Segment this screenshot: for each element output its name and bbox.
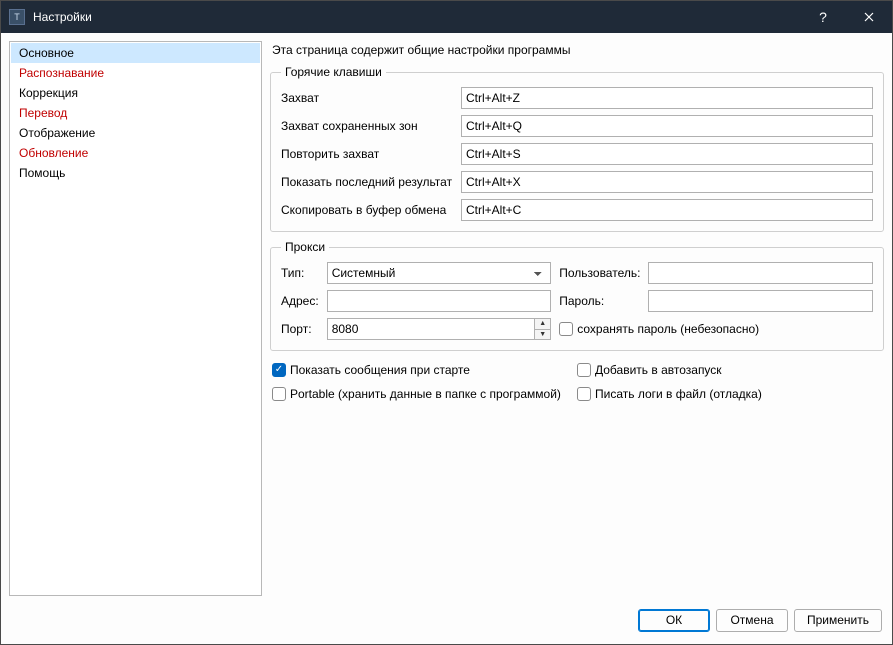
autostart-checkbox[interactable] bbox=[577, 363, 591, 377]
main-panel: Эта страница содержит общие настройки пр… bbox=[270, 41, 884, 596]
close-icon bbox=[864, 12, 874, 22]
sidebar-item-1[interactable]: Распознавание bbox=[11, 63, 260, 83]
proxy-port-label: Порт: bbox=[281, 322, 319, 336]
portable-checkbox[interactable] bbox=[272, 387, 286, 401]
hotkey-row-4: Скопировать в буфер обмена bbox=[281, 199, 873, 221]
save-password-label: сохранять пароль (небезопасно) bbox=[577, 322, 759, 336]
hotkey-input-3[interactable] bbox=[461, 171, 873, 193]
show-start-checkbox[interactable] bbox=[272, 363, 286, 377]
hotkeys-legend: Горячие клавиши bbox=[281, 65, 386, 79]
ok-button[interactable]: ОК bbox=[638, 609, 710, 632]
hotkey-row-1: Захват сохраненных зон bbox=[281, 115, 873, 137]
hotkey-row-2: Повторить захват bbox=[281, 143, 873, 165]
proxy-addr-label: Адрес: bbox=[281, 294, 319, 308]
options-grid: Показать сообщения при старте Добавить в… bbox=[272, 363, 882, 407]
autostart-label: Добавить в автозапуск bbox=[595, 363, 722, 377]
cancel-button[interactable]: Отмена bbox=[716, 609, 788, 632]
hotkey-label-1: Захват сохраненных зон bbox=[281, 119, 461, 133]
write-logs-label: Писать логи в файл (отладка) bbox=[595, 387, 762, 401]
portable-label: Portable (хранить данные в папке с прогр… bbox=[290, 387, 561, 401]
sidebar-item-5[interactable]: Обновление bbox=[11, 143, 260, 163]
port-spinner[interactable]: ▲ ▼ bbox=[534, 319, 550, 339]
close-button[interactable] bbox=[846, 1, 892, 33]
save-password-checkbox[interactable] bbox=[559, 322, 573, 336]
hotkey-label-2: Повторить захват bbox=[281, 147, 461, 161]
sidebar-item-4[interactable]: Отображение bbox=[11, 123, 260, 143]
apply-button[interactable]: Применить bbox=[794, 609, 882, 632]
footer: ОК Отмена Применить bbox=[1, 604, 892, 644]
body: ОсновноеРаспознаваниеКоррекцияПереводОто… bbox=[1, 33, 892, 604]
proxy-group: Прокси Тип: Системный Пользователь: Адре… bbox=[270, 240, 884, 351]
hotkeys-group: Горячие клавиши Захват Захват сохраненных… bbox=[270, 65, 884, 232]
hotkey-label-0: Захват bbox=[281, 91, 461, 105]
proxy-pass-input[interactable] bbox=[648, 290, 873, 312]
hotkey-input-2[interactable] bbox=[461, 143, 873, 165]
help-button[interactable]: ? bbox=[800, 1, 846, 33]
hotkey-label-3: Показать последний результат bbox=[281, 175, 461, 189]
sidebar-item-2[interactable]: Коррекция bbox=[11, 83, 260, 103]
sidebar: ОсновноеРаспознаваниеКоррекцияПереводОто… bbox=[9, 41, 262, 596]
proxy-user-input[interactable] bbox=[648, 262, 873, 284]
hotkey-input-0[interactable] bbox=[461, 87, 873, 109]
proxy-type-label: Тип: bbox=[281, 266, 319, 280]
proxy-user-label: Пользователь: bbox=[559, 266, 640, 280]
proxy-legend: Прокси bbox=[281, 240, 329, 254]
titlebar: T Настройки ? bbox=[1, 1, 892, 33]
chevron-up-icon[interactable]: ▲ bbox=[534, 319, 550, 330]
chevron-down-icon[interactable]: ▼ bbox=[534, 330, 550, 340]
hotkey-label-4: Скопировать в буфер обмена bbox=[281, 203, 461, 217]
proxy-pass-label: Пароль: bbox=[559, 294, 640, 308]
page-description: Эта страница содержит общие настройки пр… bbox=[270, 41, 884, 65]
write-logs-checkbox[interactable] bbox=[577, 387, 591, 401]
proxy-addr-input[interactable] bbox=[327, 290, 552, 312]
settings-window: T Настройки ? ОсновноеРаспознаваниеКорре… bbox=[0, 0, 893, 645]
sidebar-item-0[interactable]: Основное bbox=[11, 43, 260, 63]
hotkey-input-1[interactable] bbox=[461, 115, 873, 137]
show-start-label: Показать сообщения при старте bbox=[290, 363, 470, 377]
app-icon: T bbox=[9, 9, 25, 25]
window-title: Настройки bbox=[33, 10, 800, 24]
proxy-port-input[interactable] bbox=[327, 318, 552, 340]
proxy-type-select[interactable]: Системный bbox=[327, 262, 552, 284]
hotkey-input-4[interactable] bbox=[461, 199, 873, 221]
sidebar-item-6[interactable]: Помощь bbox=[11, 163, 260, 183]
sidebar-item-3[interactable]: Перевод bbox=[11, 103, 260, 123]
hotkey-row-3: Показать последний результат bbox=[281, 171, 873, 193]
hotkey-row-0: Захват bbox=[281, 87, 873, 109]
